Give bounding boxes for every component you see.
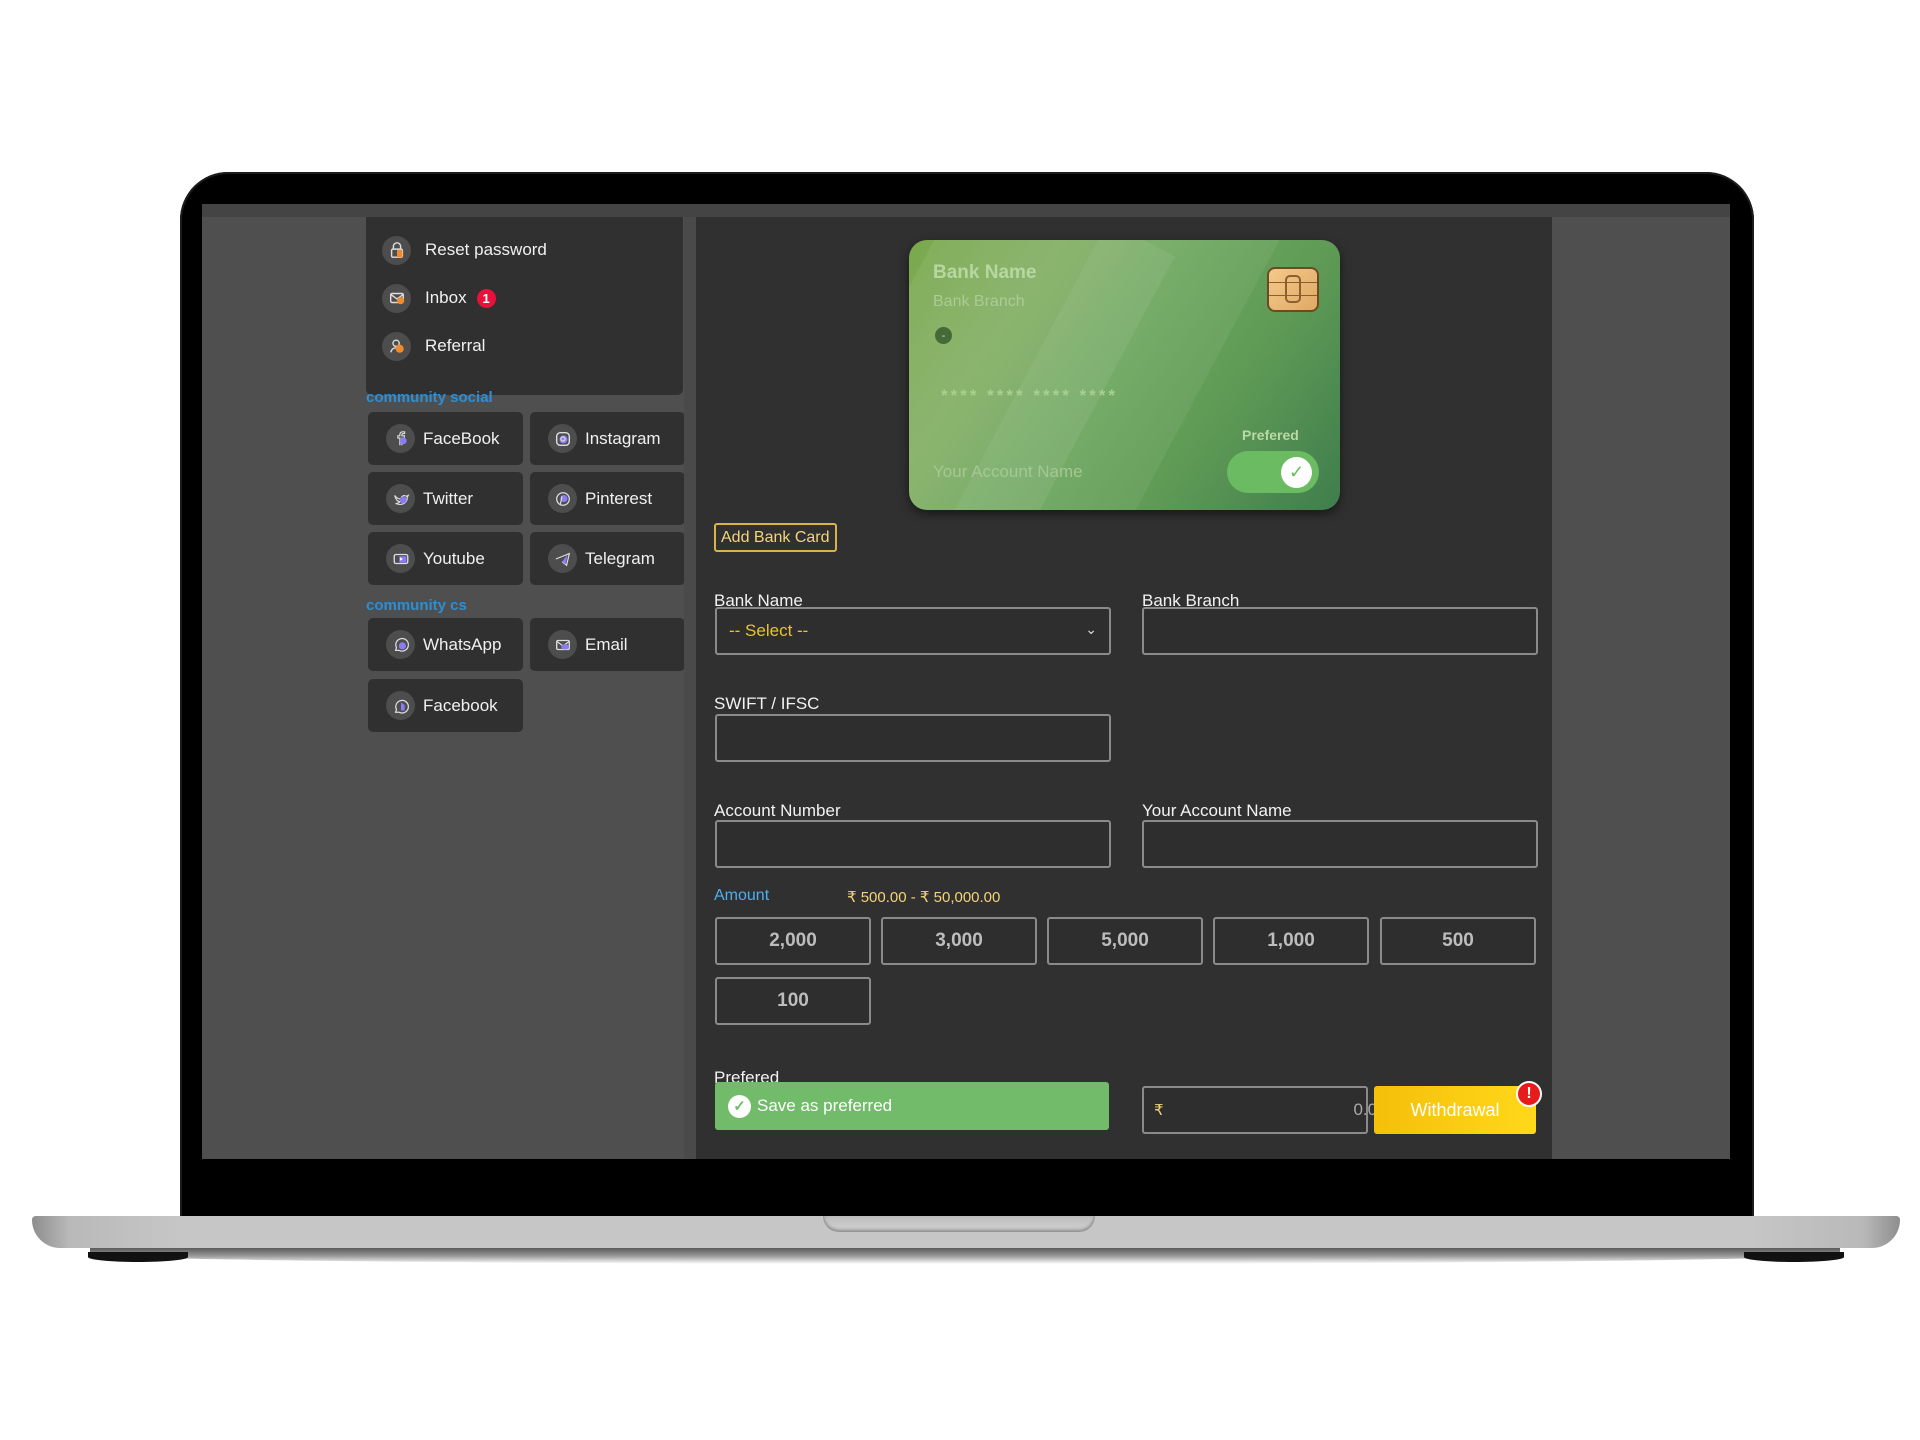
card-chip-icon [1267, 267, 1319, 312]
menu-item-label: Inbox [425, 288, 467, 307]
email-icon [548, 630, 577, 659]
panel-divider [684, 217, 696, 1159]
account-menu: Reset password Inbox 1 Referral [366, 217, 683, 395]
bank-branch-input[interactable] [1142, 607, 1538, 655]
withdraw-amount-field[interactable]: ₹ [1142, 1086, 1417, 1134]
social-button-facebook[interactable]: FaceBook [368, 412, 523, 465]
card-account-name: Your Account Name [933, 462, 1083, 481]
amount-preset-button[interactable]: 2,000 [715, 917, 871, 965]
menu-item-referral[interactable]: Referral [382, 326, 485, 366]
save-as-preferred-button[interactable]: ✓ Save as preferred [715, 1082, 1109, 1130]
save-as-preferred-label: Save as preferred [757, 1096, 893, 1115]
social-button-twitter[interactable]: Twitter [368, 472, 523, 525]
swift-label: SWIFT / IFSC [714, 694, 820, 713]
youtube-icon [386, 544, 415, 573]
chevron-down-icon: ⌄ [1085, 621, 1097, 637]
cs-label: WhatsApp [423, 634, 502, 654]
whatsapp-icon [386, 630, 415, 659]
social-label: FaceBook [423, 428, 500, 448]
card-status-dot: - [935, 327, 952, 344]
bank-name-selected: -- Select -- [729, 621, 809, 640]
cs-button-facebook[interactable]: Facebook [368, 679, 523, 732]
cs-label: Facebook [423, 695, 498, 715]
bank-name-select[interactable]: -- Select -- ⌄ [715, 607, 1111, 655]
withdrawal-button[interactable]: Withdrawal [1374, 1086, 1536, 1134]
lock-icon [382, 235, 411, 265]
menu-item-inbox[interactable]: Inbox 1 [382, 278, 496, 318]
laptop-foot-right [1744, 1252, 1844, 1262]
social-button-instagram[interactable]: Instagram [530, 412, 685, 465]
social-label: Youtube [423, 548, 485, 568]
amount-preset-button[interactable]: 3,000 [881, 917, 1037, 965]
card-bank-branch: Bank Branch [933, 293, 1025, 310]
check-icon: ✓ [1281, 457, 1312, 488]
preferred-toggle[interactable]: ✓ [1227, 451, 1319, 493]
account-name-label: Your Account Name [1142, 801, 1292, 820]
social-label: Twitter [423, 488, 474, 508]
menu-item-reset-password[interactable]: Reset password [382, 230, 547, 270]
top-bar [202, 204, 1730, 217]
cs-button-whatsapp[interactable]: WhatsApp [368, 618, 523, 671]
amount-range: ₹ 500.00 - ₹ 50,000.00 [847, 889, 1001, 906]
laptop-notch [823, 1216, 1095, 1232]
social-label: Pinterest [585, 488, 653, 508]
card-preferred-label: Prefered [1242, 427, 1299, 443]
withdraw-panel: Bank Name Bank Branch - **** **** **** *… [696, 217, 1552, 1159]
community-cs-heading: community cs [366, 597, 467, 614]
twitter-icon [386, 484, 415, 513]
amount-preset-button[interactable]: 1,000 [1213, 917, 1369, 965]
card-bank-name: Bank Name [933, 262, 1037, 283]
social-button-telegram[interactable]: Telegram [530, 532, 685, 585]
referral-icon [382, 331, 411, 361]
swift-input[interactable] [715, 714, 1111, 762]
inbox-count-badge: 1 [476, 288, 496, 308]
add-bank-card-button[interactable]: Add Bank Card [714, 523, 837, 552]
amount-preset-button[interactable]: 500 [1380, 917, 1536, 965]
social-button-pinterest[interactable]: Pinterest [530, 472, 685, 525]
social-button-youtube[interactable]: Youtube [368, 532, 523, 585]
mail-icon [382, 283, 411, 313]
facebook-icon [386, 424, 415, 453]
menu-item-label: Referral [425, 336, 486, 355]
alert-icon: ! [1516, 1081, 1542, 1107]
screen: Reset password Inbox 1 Referral communit… [202, 204, 1730, 1159]
social-label: Telegram [585, 548, 655, 568]
amount-label: Amount [714, 887, 770, 904]
cs-label: Email [585, 634, 628, 654]
laptop-foot-left [88, 1252, 188, 1262]
right-gutter [1552, 217, 1730, 1159]
community-social-heading: community social [366, 389, 493, 406]
card-number: **** **** **** **** [941, 386, 1119, 405]
rupee-icon: ₹ [1154, 1102, 1164, 1119]
instagram-icon [548, 424, 577, 453]
bank-card-preview: Bank Name Bank Branch - **** **** **** *… [909, 240, 1340, 510]
check-circle-icon: ✓ [728, 1094, 751, 1118]
messenger-icon [386, 691, 415, 720]
cs-button-email[interactable]: Email [530, 618, 685, 671]
menu-item-label: Reset password [425, 240, 547, 259]
amount-preset-button[interactable]: 100 [715, 977, 871, 1025]
account-number-input[interactable] [715, 820, 1111, 868]
amount-preset-button[interactable]: 5,000 [1047, 917, 1203, 965]
pinterest-icon [548, 484, 577, 513]
account-name-input[interactable] [1142, 820, 1538, 868]
telegram-icon [548, 544, 577, 573]
social-label: Instagram [585, 428, 661, 448]
account-number-label: Account Number [714, 801, 841, 820]
